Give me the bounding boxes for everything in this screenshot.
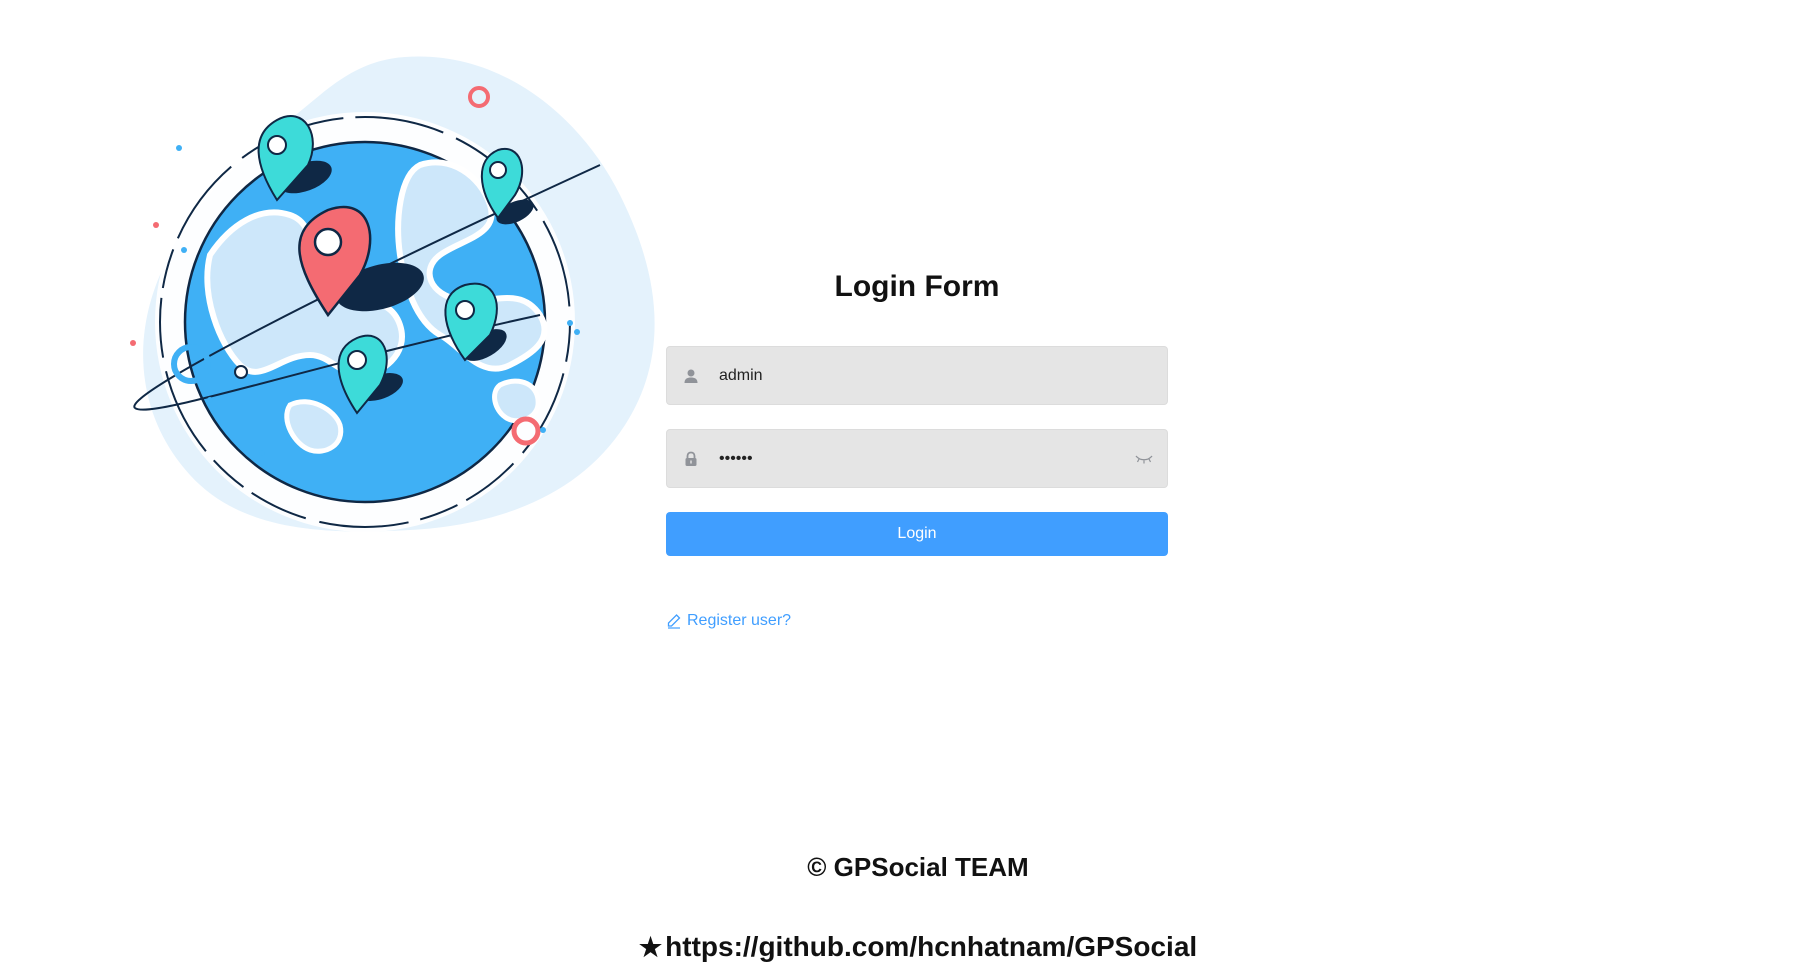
star-icon: ★ bbox=[638, 932, 663, 962]
form-title: Login Form bbox=[834, 270, 1000, 303]
edit-icon bbox=[666, 613, 682, 629]
eye-closed-icon[interactable] bbox=[1133, 449, 1155, 469]
footer-team: © GPSocial TEAM bbox=[807, 852, 1029, 882]
footer-github-link[interactable]: ★ https://github.com/hcnhatnam/GPSocial bbox=[0, 931, 1796, 963]
lock-icon bbox=[681, 449, 701, 469]
login-form: Login Form admin •••••• Login Register u… bbox=[666, 270, 1168, 634]
login-page: Login Form admin •••••• Login Register u… bbox=[0, 0, 1796, 963]
register-link-label: Register user? bbox=[687, 612, 792, 629]
login-button[interactable]: Login bbox=[666, 512, 1168, 556]
github-url[interactable]: https://github.com/hcnhatnam/GPSocial bbox=[665, 931, 1197, 963]
password-input[interactable] bbox=[717, 429, 1133, 488]
globe-illustration bbox=[130, 56, 655, 532]
username-input[interactable] bbox=[717, 346, 1167, 405]
user-icon bbox=[681, 366, 701, 386]
username-field[interactable] bbox=[666, 346, 1168, 405]
password-field[interactable] bbox=[666, 429, 1168, 488]
register-link[interactable]: Register user? bbox=[666, 612, 791, 630]
